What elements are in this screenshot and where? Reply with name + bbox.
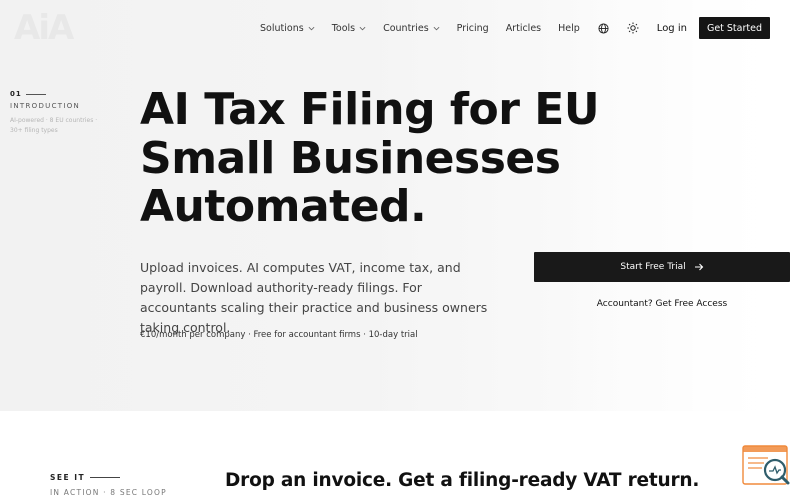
hero-subtext: Upload invoices. AI computes VAT, income… <box>140 260 488 335</box>
chevron-down-icon <box>359 26 366 30</box>
nav-label: Pricing <box>456 22 489 34</box>
nav-item-help[interactable]: Help <box>558 23 580 34</box>
pricing-meta: €10/month per company · Free for account… <box>140 330 418 340</box>
demo-label: SEE IT <box>50 473 86 482</box>
section-number: 01 <box>10 90 22 98</box>
get-started-button[interactable]: Get Started <box>698 17 770 39</box>
theme-toggle-button[interactable] <box>627 22 640 35</box>
support-widget-button[interactable] <box>742 445 790 489</box>
hero-headline: AI Tax Filing for EU Small Businesses Au… <box>140 84 600 232</box>
section-label: INTRODUCTION <box>10 102 81 110</box>
login-link[interactable]: Log in <box>657 23 687 34</box>
accountant-access-link[interactable]: Accountant? Get Free Access <box>534 296 790 312</box>
nav-item-solutions[interactable]: Solutions <box>260 23 315 34</box>
nav-label: Countries <box>383 22 429 34</box>
nav-label: Help <box>558 22 580 34</box>
chevron-down-icon <box>308 26 315 30</box>
language-button[interactable] <box>597 22 610 35</box>
demo-divider <box>90 477 120 478</box>
nav-item-countries[interactable]: Countries <box>383 23 440 34</box>
search-document-icon <box>742 445 790 485</box>
top-nav: Solutions Tools Countries Pricing Articl… <box>260 17 800 39</box>
section-divider <box>26 94 46 95</box>
logo-text: AiA <box>14 8 74 48</box>
logo[interactable]: AiA <box>14 10 74 46</box>
nav-item-tools[interactable]: Tools <box>332 23 366 34</box>
nav-item-articles[interactable]: Articles <box>506 23 541 34</box>
nav-item-pricing[interactable]: Pricing <box>457 23 489 34</box>
nav-label: Tools <box>331 22 356 34</box>
section-note: AI-powered · 8 EU countries · 30+ filing… <box>10 117 98 134</box>
chevron-down-icon <box>433 26 440 30</box>
globe-icon <box>598 22 609 34</box>
arrow-right-icon <box>694 263 703 271</box>
start-free-trial-button[interactable]: Start Free Trial <box>534 252 790 282</box>
nav-label: Articles <box>505 22 542 34</box>
sun-icon <box>627 22 639 34</box>
nav-label: Solutions <box>260 22 304 34</box>
button-label: Start Free Trial <box>620 262 686 272</box>
demo-sublabel: IN ACTION · 8 SEC LOOP <box>50 488 167 497</box>
demo-title: Drop an invoice. Get a filing-ready VAT … <box>225 470 700 491</box>
